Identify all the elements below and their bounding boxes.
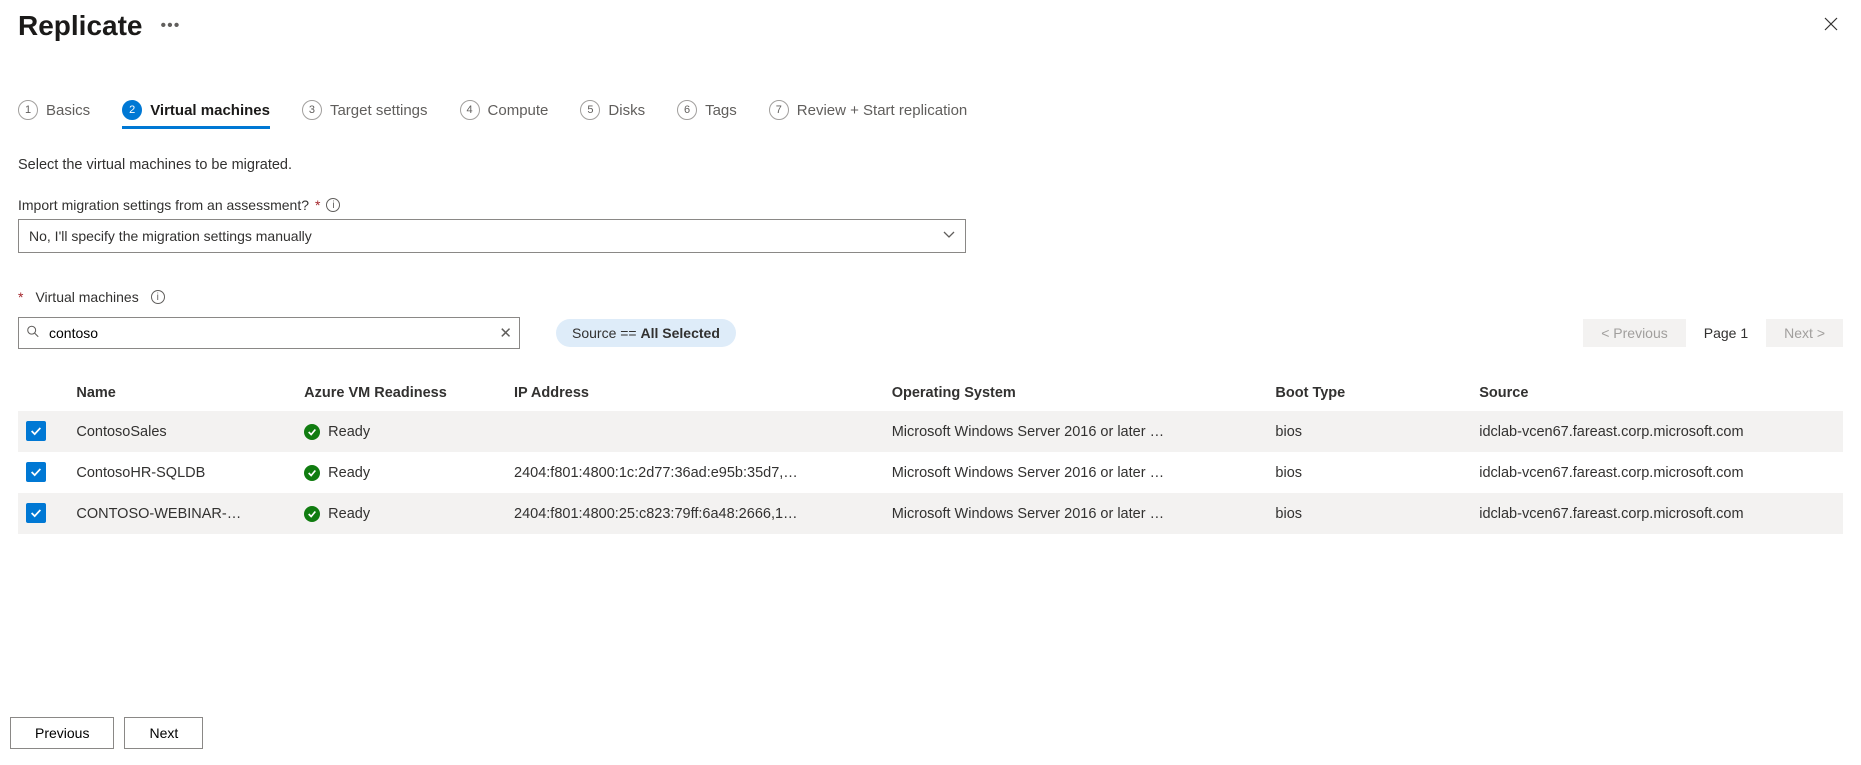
pager-next-button[interactable]: Next > — [1766, 319, 1843, 347]
source-filter-pill[interactable]: Source == All Selected — [556, 319, 736, 347]
cell-source: idclab-vcen67.fareast.corp.microsoft.com — [1471, 411, 1843, 452]
clear-search-button[interactable]: ✕ — [499, 324, 512, 342]
col-readiness[interactable]: Azure VM Readiness — [296, 375, 506, 411]
table-row[interactable]: ContosoHR-SQLDB Ready 2404:f801:4800:1c:… — [18, 452, 1843, 493]
cell-ip: 2404:f801:4800:25:c823:79ff:6a48:2666,1… — [506, 493, 884, 534]
filter-value: All Selected — [641, 325, 720, 341]
close-icon — [1823, 12, 1839, 37]
cell-readiness: Ready — [328, 424, 370, 440]
import-settings-dropdown[interactable]: No, I'll specify the migration settings … — [18, 219, 966, 253]
cell-boot: bios — [1267, 493, 1471, 534]
row-checkbox[interactable] — [26, 503, 46, 523]
cell-ip: 2404:f801:4800:1c:2d77:36ad:e95b:35d7,… — [506, 452, 884, 493]
tab-target-settings[interactable]: 3 Target settings — [302, 100, 428, 129]
previous-button[interactable]: Previous — [10, 717, 114, 749]
required-star: * — [315, 197, 320, 213]
vm-section-label: Virtual machines — [35, 289, 138, 305]
tab-compute[interactable]: 4 Compute — [460, 100, 549, 129]
next-button[interactable]: Next — [124, 717, 203, 749]
col-ip[interactable]: IP Address — [506, 375, 884, 411]
cell-readiness: Ready — [328, 465, 370, 481]
cell-os: Microsoft Windows Server 2016 or later … — [884, 493, 1268, 534]
required-star: * — [18, 289, 23, 305]
close-icon: ✕ — [499, 325, 512, 342]
instruction-text: Select the virtual machines to be migrat… — [18, 157, 1843, 173]
tab-review-start[interactable]: 7 Review + Start replication — [769, 100, 968, 129]
pager-page-label: Page 1 — [1704, 325, 1748, 341]
search-icon — [26, 325, 40, 342]
check-circle-icon — [304, 506, 320, 522]
col-name[interactable]: Name — [68, 375, 296, 411]
page-title: Replicate — [18, 10, 143, 42]
import-settings-value: No, I'll specify the migration settings … — [29, 228, 312, 244]
check-circle-icon — [304, 465, 320, 481]
close-button[interactable] — [1823, 12, 1839, 38]
col-boot[interactable]: Boot Type — [1267, 375, 1471, 411]
vm-table: Name Azure VM Readiness IP Address Opera… — [18, 375, 1843, 534]
row-checkbox[interactable] — [26, 462, 46, 482]
row-checkbox[interactable] — [26, 421, 46, 441]
tab-disks[interactable]: 5 Disks — [580, 100, 645, 129]
table-row[interactable]: ContosoSales Ready Microsoft Windows Ser… — [18, 411, 1843, 452]
info-icon[interactable]: i — [151, 290, 165, 304]
vm-search-input[interactable] — [18, 317, 520, 349]
wizard-tabs: 1 Basics 2 Virtual machines 3 Target set… — [18, 100, 1843, 129]
pager-previous-button[interactable]: < Previous — [1583, 319, 1686, 347]
check-circle-icon — [304, 424, 320, 440]
tab-tags[interactable]: 6 Tags — [677, 100, 737, 129]
cell-name: CONTOSO-WEBINAR-… — [68, 493, 296, 534]
cell-readiness: Ready — [328, 506, 370, 522]
cell-os: Microsoft Windows Server 2016 or later … — [884, 452, 1268, 493]
tab-basics[interactable]: 1 Basics — [18, 100, 90, 129]
table-row[interactable]: CONTOSO-WEBINAR-… Ready 2404:f801:4800:2… — [18, 493, 1843, 534]
import-settings-label: Import migration settings from an assess… — [18, 197, 309, 213]
col-source[interactable]: Source — [1471, 375, 1843, 411]
col-os[interactable]: Operating System — [884, 375, 1268, 411]
cell-os: Microsoft Windows Server 2016 or later … — [884, 411, 1268, 452]
cell-boot: bios — [1267, 452, 1471, 493]
cell-name: ContosoSales — [68, 411, 296, 452]
chevron-down-icon — [943, 228, 955, 244]
filter-prefix: Source == — [572, 325, 637, 341]
cell-source: idclab-vcen67.fareast.corp.microsoft.com — [1471, 493, 1843, 534]
cell-boot: bios — [1267, 411, 1471, 452]
cell-ip — [506, 411, 884, 452]
cell-name: ContosoHR-SQLDB — [68, 452, 296, 493]
more-icon[interactable]: ••• — [161, 17, 181, 35]
info-icon[interactable]: i — [326, 198, 340, 212]
cell-source: idclab-vcen67.fareast.corp.microsoft.com — [1471, 452, 1843, 493]
tab-virtual-machines[interactable]: 2 Virtual machines — [122, 100, 270, 129]
